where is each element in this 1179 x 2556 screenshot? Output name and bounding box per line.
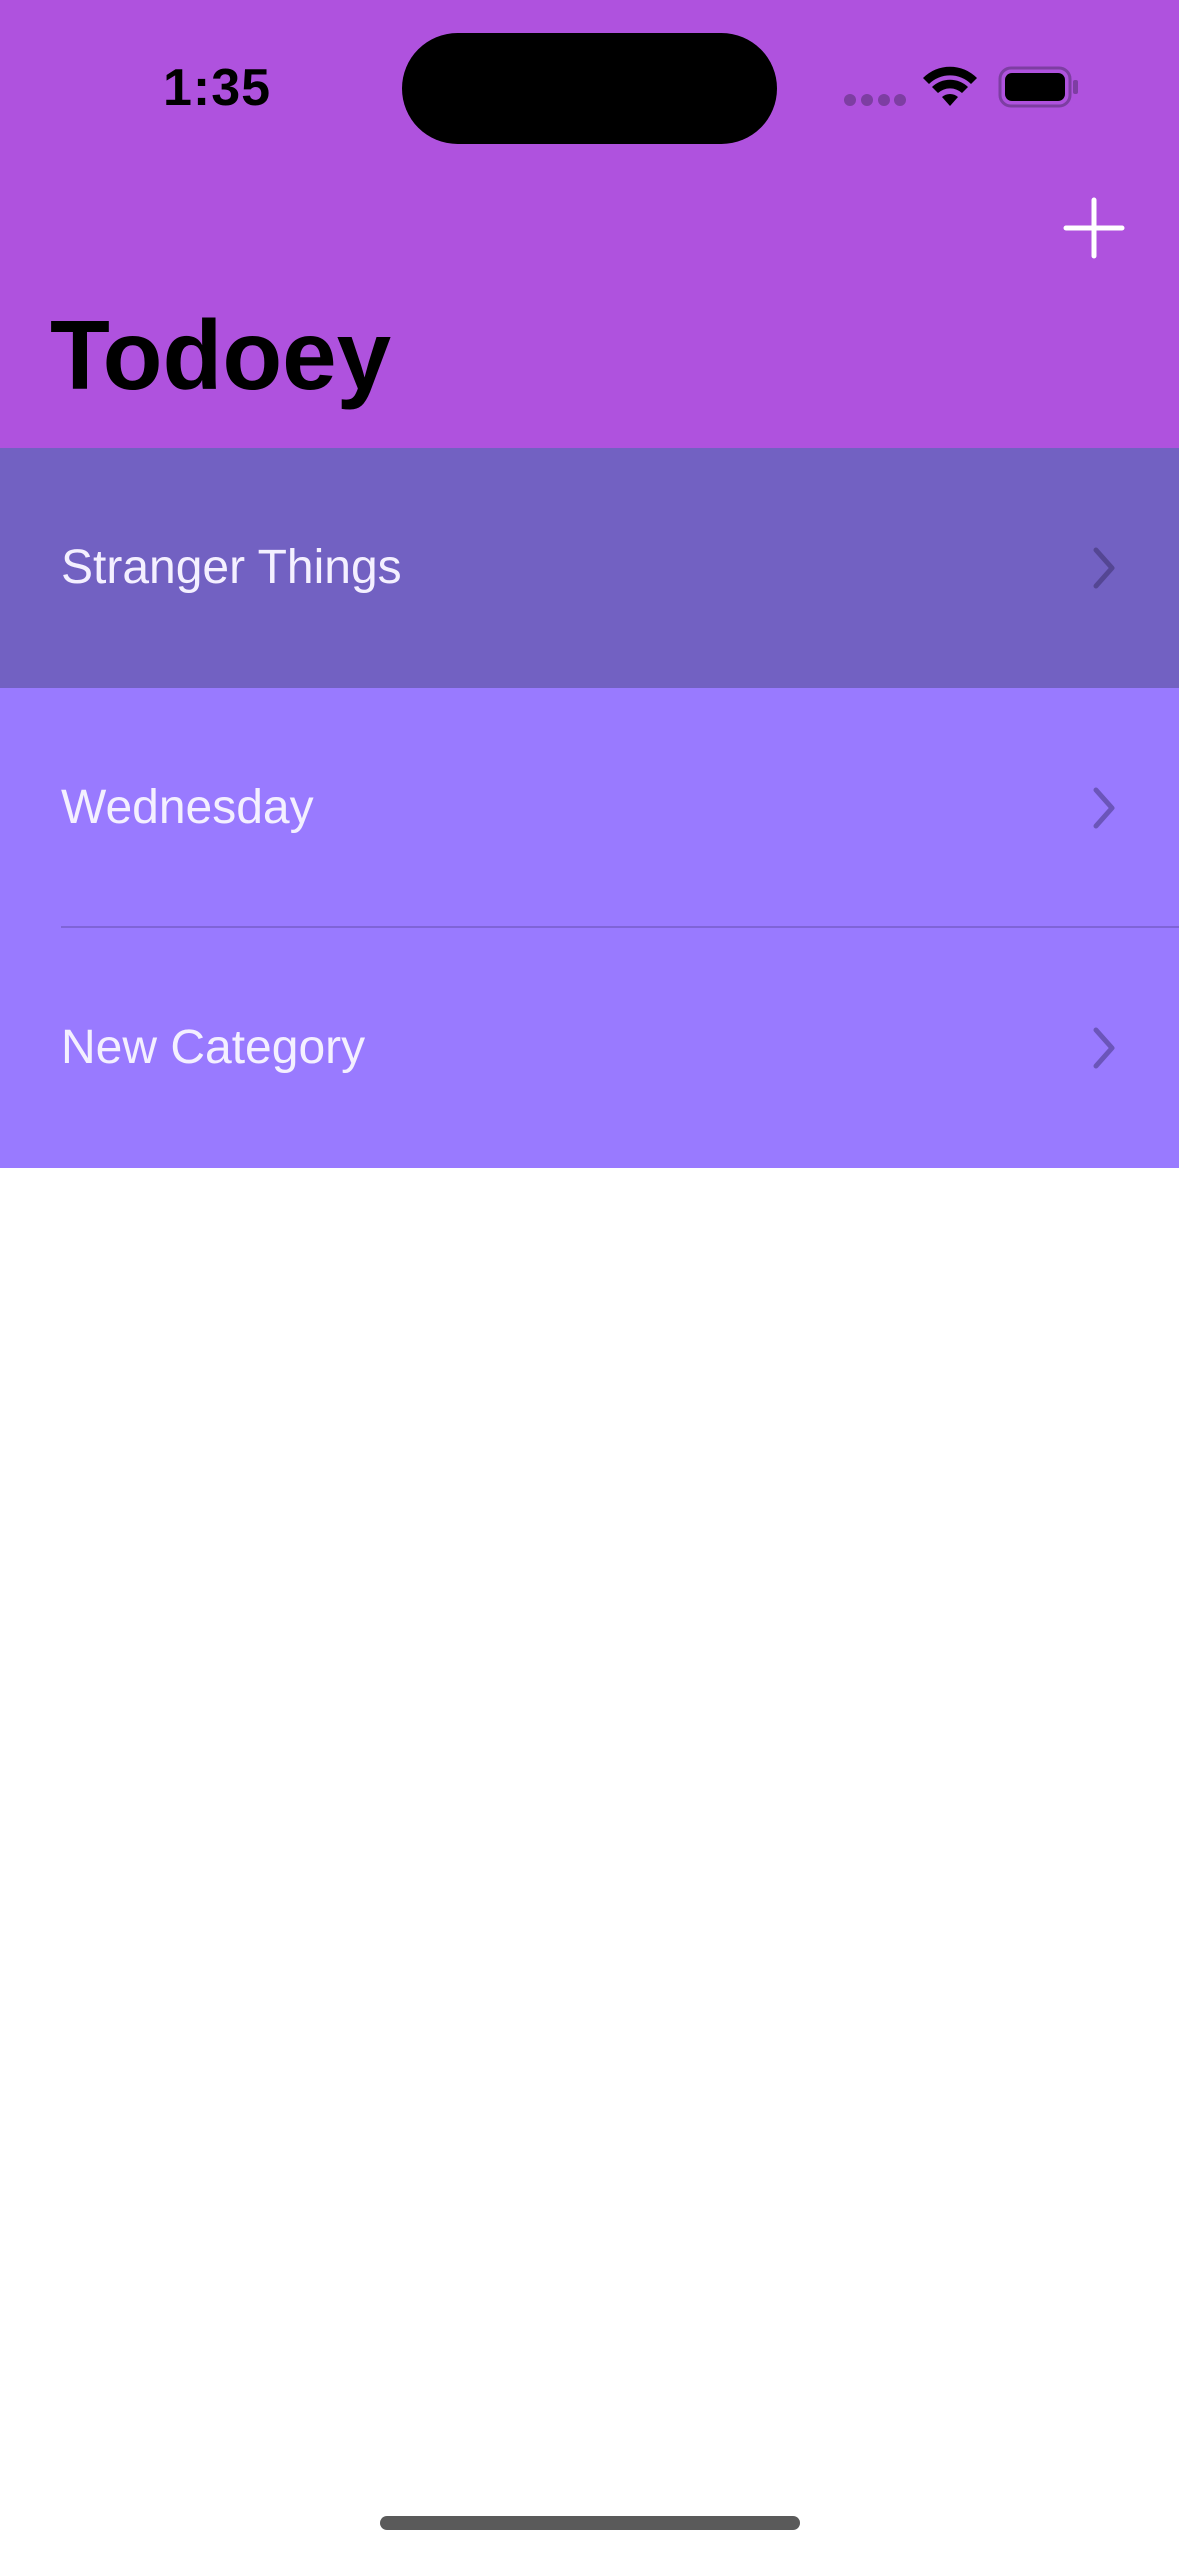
status-time: 1:35 bbox=[163, 59, 272, 117]
category-row[interactable]: New Category bbox=[0, 928, 1179, 1168]
chevron-right-icon bbox=[1093, 1027, 1115, 1069]
chevron-right-icon bbox=[1093, 787, 1115, 829]
dynamic-island bbox=[402, 33, 777, 144]
chevron-right-icon bbox=[1093, 547, 1115, 589]
home-indicator[interactable] bbox=[380, 2516, 800, 2530]
category-label: Wednesday bbox=[61, 781, 314, 834]
category-label: Stranger Things bbox=[61, 541, 402, 594]
page-title: Todoey bbox=[50, 300, 392, 410]
category-row[interactable]: Wednesday bbox=[0, 688, 1179, 928]
cellular-signal-icon bbox=[844, 94, 906, 108]
battery-icon bbox=[998, 66, 1078, 108]
wifi-icon bbox=[923, 66, 977, 106]
app-screen: 1:35 Todoey Stranger Things Wednesday Ne… bbox=[0, 0, 1179, 2556]
add-button[interactable] bbox=[1062, 196, 1126, 260]
navigation-header: 1:35 Todoey bbox=[0, 0, 1179, 448]
category-label: New Category bbox=[61, 1021, 366, 1074]
category-row[interactable]: Stranger Things bbox=[0, 448, 1179, 688]
category-list: Stranger Things Wednesday New Category bbox=[0, 448, 1179, 1168]
